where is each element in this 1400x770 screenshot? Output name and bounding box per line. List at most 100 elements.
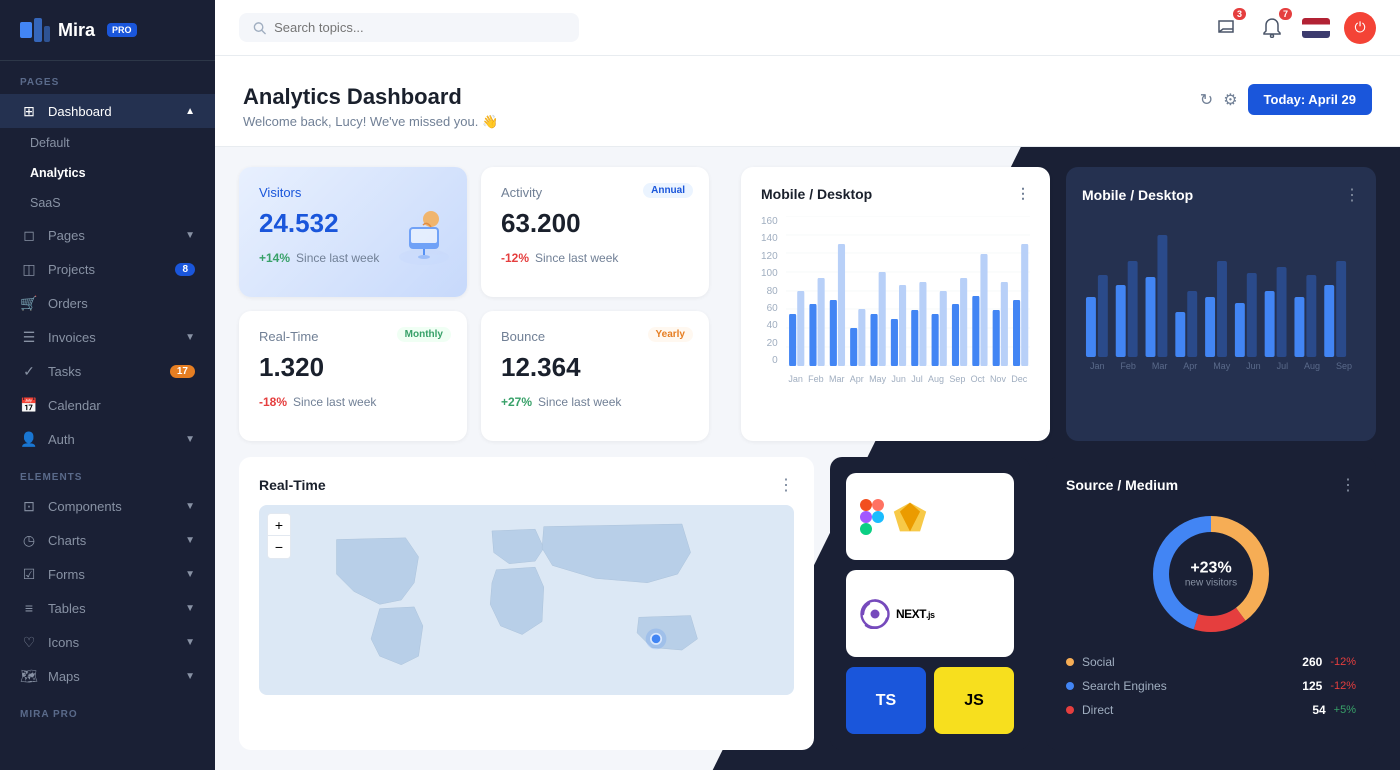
tech-figma-sketch (846, 473, 1014, 560)
source-medium-menu[interactable]: ⋮ (1340, 475, 1356, 495)
map-card-header: Real-Time ⋮ (259, 475, 794, 495)
projects-icon: ◫ (20, 260, 38, 278)
notifications-button[interactable]: 7 (1256, 12, 1288, 44)
direct-change: +5% (1334, 704, 1356, 716)
sidebar-item-orders[interactable]: 🛒 Orders (0, 286, 215, 320)
realtime-map-card: Real-Time ⋮ + − (239, 457, 814, 750)
sidebar-item-dashboard[interactable]: ⊞ Dashboard ▲ (0, 94, 215, 128)
forms-icon: ☑ (20, 565, 38, 583)
sidebar-item-icons[interactable]: ♡ Icons ▼ (0, 625, 215, 659)
chevron-icon: ▼ (185, 434, 195, 445)
logo-area: Mira PRO (0, 0, 215, 61)
sidebar-item-label: Forms (48, 567, 85, 582)
tech-ts-js: TS JS (846, 667, 1014, 734)
social-change: -12% (1330, 656, 1356, 668)
language-selector[interactable] (1302, 18, 1330, 38)
sidebar-item-tasks[interactable]: ✓ Tasks 17 (0, 354, 215, 388)
pro-badge: PRO (107, 23, 137, 37)
donut-chart-area: +23% new visitors (1066, 509, 1356, 639)
map-zoom-controls: + − (267, 513, 291, 559)
sidebar-item-analytics[interactable]: Analytics (0, 158, 215, 188)
map-menu-button[interactable]: ⋮ (778, 475, 794, 495)
search-engines-label: Search Engines (1082, 679, 1294, 693)
bars-container: JanFebMarAprMayJunJulAugSepOctNovDec (786, 216, 1030, 376)
chart-title: Mobile / Desktop ⋮ (761, 185, 1030, 202)
calendar-icon: 📅 (20, 396, 38, 414)
charts-icon: ◷ (20, 531, 38, 549)
dark-chart-menu[interactable]: ⋮ (1344, 185, 1360, 205)
activity-since: Since last week (535, 251, 618, 265)
realtime-since: Since last week (293, 395, 376, 409)
source-medium-title: Source / Medium (1066, 477, 1178, 493)
topbar: 3 7 ⏻ (215, 0, 1400, 56)
zoom-out-button[interactable]: − (268, 536, 290, 558)
page-subtitle: Welcome back, Lucy! We've missed you. 👋 (243, 114, 498, 130)
social-dot (1066, 658, 1074, 666)
sidebar-item-calendar[interactable]: 📅 Calendar (0, 388, 215, 422)
filter-button[interactable]: ⚙ (1223, 90, 1237, 110)
search-change: -12% (1330, 680, 1356, 692)
sidebar-item-label: Pages (48, 228, 85, 243)
search-dot (1066, 682, 1074, 690)
mira-pro-label: MIRA PRO (0, 693, 215, 726)
activity-badge: Annual (643, 183, 693, 198)
tasks-badge: 17 (170, 365, 195, 378)
elements-section-label: ELEMENTS (0, 456, 215, 489)
bottom-row: Real-Time ⋮ + − (215, 457, 1400, 770)
pages-icon: ◻ (20, 226, 38, 244)
bounce-since: Since last week (538, 395, 621, 409)
x-axis: JanFebMarAprMayJunJulAugSepOctNovDec (786, 371, 1030, 384)
sidebar-item-pages[interactable]: ◻ Pages ▼ (0, 218, 215, 252)
visitors-change: +14% (259, 251, 290, 265)
main-area: 3 7 ⏻ Analytics Dashboard Welcome back, … (215, 0, 1400, 770)
dashboard-icon: ⊞ (20, 102, 38, 120)
sidebar-item-invoices[interactable]: ☰ Invoices ▼ (0, 320, 215, 354)
search-icon (253, 21, 266, 35)
sidebar-item-label: Dashboard (48, 104, 112, 119)
typescript-card: TS (846, 667, 926, 734)
realtime-badge: Monthly (397, 327, 451, 342)
refresh-button[interactable]: ↻ (1200, 90, 1213, 110)
header-actions: ↻ ⚙ Today: April 29 (1200, 84, 1372, 115)
logo-icon (20, 18, 50, 42)
invoices-icon: ☰ (20, 328, 38, 346)
sidebar-item-tables[interactable]: ≡ Tables ▼ (0, 591, 215, 625)
icons-icon: ♡ (20, 633, 38, 651)
search-input[interactable] (274, 20, 565, 35)
messages-badge: 3 (1233, 8, 1246, 20)
search-wrap[interactable] (239, 13, 579, 42)
figma-icon (860, 499, 884, 535)
sidebar-item-saas[interactable]: SaaS (0, 188, 215, 218)
sidebar-item-default[interactable]: Default (0, 128, 215, 158)
world-map-svg (259, 505, 794, 695)
power-button[interactable]: ⏻ (1344, 12, 1376, 44)
direct-dot (1066, 706, 1074, 714)
sidebar-item-forms[interactable]: ☑ Forms ▼ (0, 557, 215, 591)
sidebar-item-charts[interactable]: ◷ Charts ▼ (0, 523, 215, 557)
realtime-value: 1.320 (259, 352, 447, 383)
visitor-illustration (389, 197, 459, 267)
zoom-buttons: + − (267, 513, 291, 559)
chevron-icon: ▼ (185, 671, 195, 682)
nextjs-label: NEXT.js (896, 607, 935, 621)
dark-chart-header: Mobile / Desktop ⋮ (1082, 185, 1360, 205)
sidebar: Mira PRO PAGES ⊞ Dashboard ▲ Default Ana… (0, 0, 215, 770)
chevron-icon: ▼ (185, 637, 195, 648)
chart-menu-button[interactable]: ⋮ (1016, 185, 1030, 202)
bounce-card: Yearly Bounce 12.364 +27% Since last wee… (481, 311, 709, 441)
sidebar-item-auth[interactable]: 👤 Auth ▼ (0, 422, 215, 456)
zoom-in-button[interactable]: + (268, 514, 290, 536)
y-axis: 160 140 120 100 80 60 40 20 0 (761, 216, 782, 366)
chevron-icon: ▼ (185, 603, 195, 614)
sidebar-item-projects[interactable]: ◫ Projects 8 (0, 252, 215, 286)
direct-label: Direct (1082, 703, 1304, 717)
social-label: Social (1082, 655, 1294, 669)
sidebar-item-components[interactable]: ⊡ Components ▼ (0, 489, 215, 523)
messages-button[interactable]: 3 (1210, 12, 1242, 44)
dark-bars-container (1082, 217, 1360, 357)
today-button[interactable]: Today: April 29 (1248, 84, 1372, 115)
source-list: Social 260 -12% Search Engines 125 -12% (1066, 655, 1356, 717)
sidebar-item-maps[interactable]: 🗺 Maps ▼ (0, 659, 215, 693)
header-text: Analytics Dashboard Welcome back, Lucy! … (243, 84, 498, 130)
javascript-card: JS (934, 667, 1014, 734)
